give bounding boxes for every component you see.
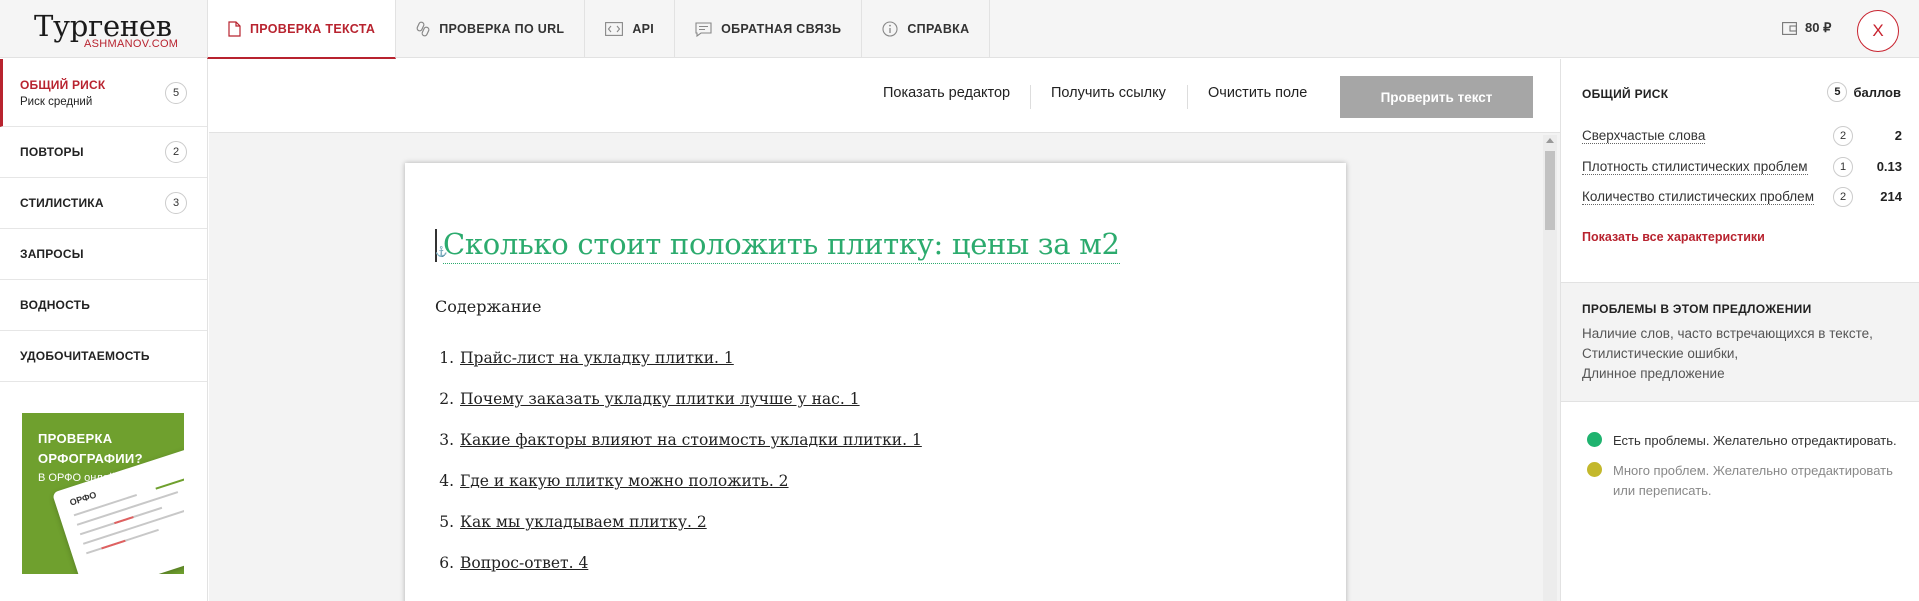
- count-badge: 3: [165, 192, 187, 214]
- toc-heading: Содержание: [435, 297, 542, 316]
- balance-value: 80 ₽: [1805, 20, 1832, 35]
- toc-number: 5.: [439, 513, 454, 531]
- problem-item: Наличие слов, часто встречающихся в текс…: [1582, 326, 1873, 341]
- metric-badge: 2: [1833, 126, 1853, 146]
- scroll-up-arrow[interactable]: [1546, 138, 1554, 143]
- document-icon: [228, 20, 241, 37]
- sidebar-item-queries[interactable]: ЗАПРОСЫ: [0, 229, 207, 280]
- logo-subtext: ASHMANOV.COM: [84, 38, 179, 50]
- main-nav: ПРОВЕРКА ТЕКСТА ПРОВЕРКА ПО URL API ОБРА…: [207, 0, 991, 59]
- tab-text-check[interactable]: ПРОВЕРКА ТЕКСТА: [207, 0, 397, 59]
- toc-link[interactable]: Какие факторы влияют на стоимость укладк…: [460, 431, 922, 472]
- problem-item: Длинное предложение: [1582, 366, 1725, 381]
- risk-score: 5 баллов: [1827, 82, 1901, 102]
- sidebar-item-overall-risk[interactable]: ОБЩИЙ РИСК Риск средний 5: [0, 59, 207, 127]
- toolbar-divider: [1030, 85, 1031, 109]
- logo[interactable]: Тургенев ASHMANOV.COM: [22, 6, 182, 52]
- document-title[interactable]: Сколько стоит положить плитку: цены за м…: [443, 225, 1120, 264]
- metric-name[interactable]: Сверхчастые слова: [1582, 128, 1706, 144]
- sidebar-item-stylistics[interactable]: СТИЛИСТИКА 3: [0, 178, 207, 229]
- toolbar-divider: [1187, 85, 1188, 109]
- risk-heading: ОБЩИЙ РИСК: [1582, 87, 1669, 101]
- sidebar-item-label: ЗАПРОСЫ: [20, 247, 84, 261]
- tab-api[interactable]: API: [585, 0, 676, 58]
- sidebar-item-wateriness[interactable]: ВОДНОСТЬ: [0, 280, 207, 331]
- close-button[interactable]: X: [1857, 10, 1899, 52]
- metric-value: 2: [1894, 128, 1902, 143]
- toc-number: 3.: [439, 431, 454, 449]
- get-link-button[interactable]: Получить ссылку: [1051, 85, 1166, 101]
- metric-row: Сверхчастые слова 2 2: [1582, 126, 1902, 146]
- show-editor-button[interactable]: Показать редактор: [883, 85, 1010, 101]
- show-all-characteristics-link[interactable]: Показать все характеристики: [1582, 230, 1765, 244]
- toc-item: 6. Вопрос-ответ. 4: [435, 554, 922, 595]
- toc-number: 4.: [439, 472, 454, 490]
- info-icon: [882, 21, 898, 37]
- top-bar: Тургенев ASHMANOV.COM ПРОВЕРКА ТЕКСТА ПР…: [0, 0, 1919, 59]
- tab-label: ПРОВЕРКА ПО URL: [439, 22, 565, 36]
- legend-text: Много проблем. Желательно отредактироват…: [1613, 463, 1893, 498]
- toc-link[interactable]: Как мы укладываем плитку. 2: [460, 513, 707, 554]
- metric-name[interactable]: Количество стилистических проблем: [1582, 189, 1814, 205]
- toc-link[interactable]: Почему заказать укладку плитки лучше у н…: [460, 390, 860, 431]
- metric-name[interactable]: Плотность стилистических проблем: [1582, 159, 1808, 175]
- chat-icon: [695, 21, 712, 37]
- wallet-icon: [1782, 21, 1797, 35]
- results-panel: ОБЩИЙ РИСК 5 баллов Сверхчастые слова 2 …: [1560, 59, 1919, 601]
- sidebar-item-repeats[interactable]: ПОВТОРЫ 2: [0, 127, 207, 178]
- tab-feedback[interactable]: ОБРАТНАЯ СВЯЗЬ: [675, 0, 863, 58]
- balance[interactable]: 80 ₽: [1782, 20, 1831, 36]
- table-of-contents: 1. Прайс-лист на укладку плитки. 1 2. Поче…: [435, 349, 922, 595]
- tab-label: ОБРАТНАЯ СВЯЗЬ: [721, 22, 842, 36]
- metric-row: Плотность стилистических проблем 1 0.13: [1582, 157, 1902, 177]
- count-badge: 2: [165, 141, 187, 163]
- metric-badge: 2: [1833, 187, 1853, 207]
- metric-value: 214: [1880, 189, 1902, 204]
- sidebar-item-readability[interactable]: УДОБОЧИТАЕМОСТЬ: [0, 331, 207, 382]
- tab-help[interactable]: СПРАВКА: [862, 0, 991, 58]
- risk-score-unit: баллов: [1853, 84, 1901, 100]
- code-icon: [605, 22, 624, 36]
- legend-item-many-problems: Много проблем. Желательно отредактироват…: [1587, 461, 1903, 501]
- toc-item: 1. Прайс-лист на укладку плитки. 1: [435, 349, 922, 390]
- tab-label: СПРАВКА: [907, 22, 970, 36]
- toc-link[interactable]: Вопрос-ответ. 4: [460, 554, 588, 595]
- yellow-dot-icon: [1587, 462, 1602, 477]
- tab-label: ПРОВЕРКА ТЕКСТА: [250, 21, 376, 36]
- toc-number: 1.: [439, 349, 454, 367]
- metric-value: 0.13: [1876, 159, 1902, 174]
- problems-heading: ПРОБЛЕМЫ В ЭТОМ ПРЕДЛОЖЕНИИ: [1582, 302, 1812, 316]
- document-page[interactable]: ⚓ Сколько стоит положить плитку: цены за…: [405, 163, 1346, 601]
- scrollbar-thumb[interactable]: [1545, 151, 1555, 230]
- problem-item: Стилистические ошибки,: [1582, 346, 1739, 361]
- toc-number: 6.: [439, 554, 454, 572]
- sidebar: ОБЩИЙ РИСК Риск средний 5 ПОВТОРЫ 2 СТИЛ…: [0, 59, 208, 601]
- risk-score-value: 5: [1827, 82, 1848, 102]
- link-icon: [416, 21, 430, 37]
- tab-label: API: [632, 22, 655, 36]
- problems-list: Наличие слов, часто встречающихся в текс…: [1582, 324, 1873, 384]
- legend-text: Есть проблемы. Желательно отредактироват…: [1613, 433, 1897, 448]
- toc-item: 4. Где и какую плитку можно положить. 2: [435, 472, 922, 513]
- metric-row: Количество стилистических проблем 2 214: [1582, 187, 1902, 207]
- tab-url-check[interactable]: ПРОВЕРКА ПО URL: [396, 0, 586, 58]
- toc-link[interactable]: Прайс-лист на укладку плитки. 1: [460, 349, 734, 390]
- toc-item: 2. Почему заказать укладку плитки лучше у…: [435, 390, 922, 431]
- legend-item-problems: Есть проблемы. Желательно отредактироват…: [1587, 431, 1913, 451]
- sidebar-item-label: УДОБОЧИТАЕМОСТЬ: [20, 349, 150, 363]
- count-badge: 5: [165, 81, 187, 104]
- sentence-problems: ПРОБЛЕМЫ В ЭТОМ ПРЕДЛОЖЕНИИ Наличие слов…: [1561, 282, 1919, 402]
- editor-toolbar: Показать редактор Получить ссылку Очисти…: [209, 59, 1560, 133]
- promo-banner[interactable]: ПРОВЕРКА ОРФОГРАФИИ? В ОРФО онлайн! ОРФО: [22, 413, 184, 574]
- toc-item: 3. Какие факторы влияют на стоимость укла…: [435, 431, 922, 472]
- metric-badge: 1: [1833, 157, 1853, 177]
- green-dot-icon: [1587, 432, 1602, 447]
- toc-link[interactable]: Где и какую плитку можно положить. 2: [460, 472, 789, 513]
- sidebar-item-label: ВОДНОСТЬ: [20, 298, 91, 312]
- check-text-button[interactable]: Проверить текст: [1340, 76, 1533, 118]
- toc-number: 2.: [439, 390, 454, 408]
- editor-area: Показать редактор Получить ссылку Очисти…: [209, 59, 1560, 601]
- clear-field-button[interactable]: Очистить поле: [1208, 85, 1307, 101]
- toc-item: 5. Как мы укладываем плитку. 2: [435, 513, 922, 554]
